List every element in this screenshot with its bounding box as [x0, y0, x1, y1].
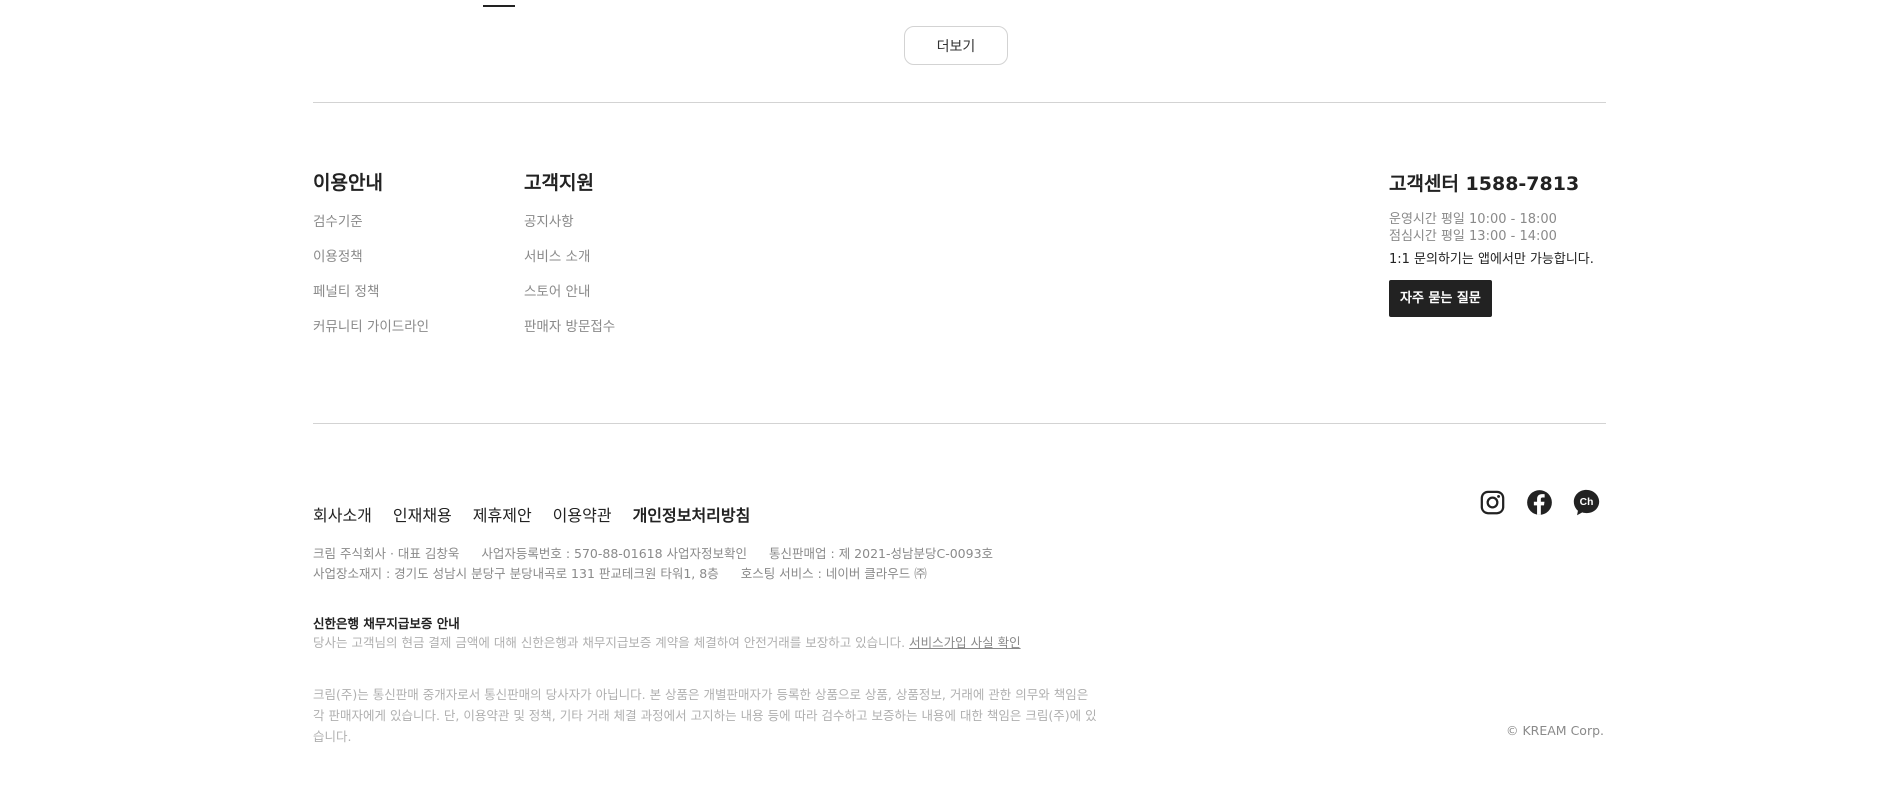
footer-link-notice[interactable]: 공지사항	[524, 214, 615, 231]
disclaimer: 크림(주)는 통신판매 중개자로서 통신판매의 당사자가 아닙니다. 본 상품은…	[313, 687, 1097, 744]
ecommerce-registration: 통신판매업 : 제 2021-성남분당C-0093호	[769, 546, 994, 561]
footer-link-community[interactable]: 커뮤니티 가이드라인	[313, 319, 429, 336]
inquiry-note: 1:1 문의하기는 앱에서만 가능합니다.	[1389, 252, 1594, 267]
instagram-icon[interactable]	[1478, 488, 1507, 517]
business-info: 크림 주식회사 · 대표 김창욱 사업자등록번호 : 570-88-01618 …	[313, 544, 993, 584]
company-ceo: 크림 주식회사 · 대표 김창욱	[313, 546, 460, 561]
more-button[interactable]: 더보기	[904, 26, 1008, 65]
footer-column-guide: 이용안내 검수기준 이용정책 페널티 정책 커뮤니티 가이드라인	[313, 170, 429, 354]
footer-links: 회사소개 인재채용 제휴제안 이용약관 개인정보처리방침	[313, 505, 771, 527]
link-company[interactable]: 회사소개	[313, 505, 372, 527]
hosting-service: 호스팅 서비스 : 네이버 클라우드 ㈜	[740, 566, 927, 581]
customer-center: 고객센터 1588-7813 운영시간 평일 10:00 - 18:00 점심시…	[1389, 171, 1606, 317]
lunch-hours: 점심시간 평일 13:00 - 14:00	[1389, 229, 1557, 244]
guarantee-description: 당사는 고객님의 현금 결제 금액에 대해 신한은행과 채무지급보증 계약을 체…	[313, 635, 906, 650]
footer-link-penalty[interactable]: 페널티 정책	[313, 284, 429, 301]
footer-link-policy[interactable]: 이용정책	[313, 249, 429, 266]
footer-link-service-intro[interactable]: 서비스 소개	[524, 249, 615, 266]
facebook-icon[interactable]	[1525, 488, 1554, 517]
customer-center-title: 고객센터 1588-7813	[1389, 173, 1580, 195]
footer-column-support: 고객지원 공지사항 서비스 소개 스토어 안내 판매자 방문접수	[524, 170, 615, 354]
column-title: 고객지원	[524, 172, 594, 194]
guarantee-title: 신한은행 채무지급보증 안내	[313, 616, 460, 631]
channel-talk-icon[interactable]: Ch	[1572, 488, 1601, 517]
social-links: Ch	[1478, 488, 1619, 517]
divider	[313, 102, 1606, 103]
footer-link-seller-visit[interactable]: 판매자 방문접수	[524, 319, 615, 336]
link-terms[interactable]: 이용약관	[553, 505, 612, 527]
svg-text:Ch: Ch	[1580, 497, 1594, 508]
link-careers[interactable]: 인재채용	[393, 505, 452, 527]
operating-hours: 운영시간 평일 10:00 - 18:00	[1389, 212, 1557, 227]
link-partnership[interactable]: 제휴제안	[473, 505, 532, 527]
faq-button[interactable]: 자주 묻는 질문	[1389, 280, 1492, 317]
divider	[313, 423, 1606, 424]
guarantee-text: 당사는 고객님의 현금 결제 금액에 대해 신한은행과 채무지급보증 계약을 체…	[313, 634, 1021, 652]
business-registration[interactable]: 사업자등록번호 : 570-88-01618 사업자정보확인	[481, 546, 747, 561]
guarantee-check-link[interactable]: 서비스가입 사실 확인	[909, 635, 1020, 650]
link-privacy[interactable]: 개인정보처리방침	[633, 505, 751, 527]
footer-link-store[interactable]: 스토어 안내	[524, 284, 615, 301]
copyright: © KREAM Corp.	[1506, 723, 1604, 738]
footer-link-inspection[interactable]: 검수기준	[313, 214, 429, 231]
tab-active-indicator	[483, 5, 515, 7]
column-title: 이용안내	[313, 172, 383, 194]
business-address: 사업장소재지 : 경기도 성남시 분당구 분당내곡로 131 판교테크원 타워1…	[313, 566, 719, 581]
